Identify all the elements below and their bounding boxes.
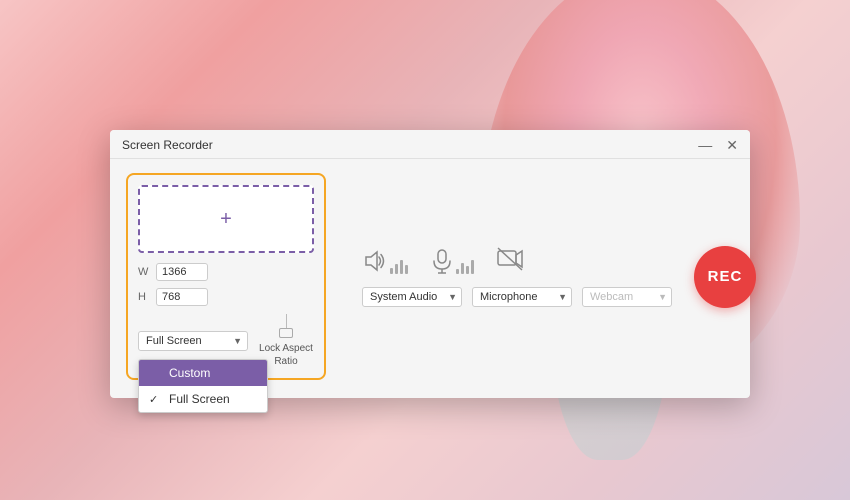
webcam-icon	[496, 246, 524, 272]
rec-label: REC	[708, 268, 743, 285]
screen-mode-dropdown-row: Custom Full Screen ▼ Custom ✓ Full Scree…	[138, 331, 248, 351]
height-input[interactable]	[156, 288, 208, 306]
lock-icon	[279, 314, 293, 338]
bar-1	[390, 268, 393, 274]
minimize-button[interactable]: —	[698, 138, 712, 152]
close-icon: ✕	[726, 138, 738, 152]
system-audio-select[interactable]: System Audio	[362, 287, 462, 307]
bar-3	[400, 260, 403, 274]
dropdown-menu: Custom ✓ Full Screen	[138, 359, 268, 413]
height-label: H	[138, 291, 150, 303]
dimension-fields: W H	[138, 261, 314, 306]
dropdown-item-custom[interactable]: Custom	[139, 360, 267, 386]
webcam-select[interactable]: Webcam	[582, 287, 672, 307]
width-input[interactable]	[156, 263, 208, 281]
check-icon: ✓	[149, 393, 163, 406]
bar-4	[405, 265, 408, 274]
microphone-group	[430, 248, 474, 274]
bar-2	[461, 263, 464, 274]
fullscreen-label: Full Screen	[169, 392, 230, 406]
microphone-select[interactable]: Microphone	[472, 287, 572, 307]
screen-preview-box[interactable]: +	[138, 185, 314, 253]
bar-2	[395, 264, 398, 274]
mic-icon-group	[430, 248, 474, 274]
microphone-select-wrap: Microphone ▼	[472, 287, 572, 307]
system-audio-icon-group	[362, 248, 408, 274]
window-controls: — ✕	[698, 138, 738, 152]
window-title: Screen Recorder	[122, 138, 213, 152]
width-label: W	[138, 266, 150, 278]
lock-body	[279, 328, 293, 338]
lock-line-top	[286, 314, 287, 328]
minimize-icon: —	[698, 138, 712, 152]
dropdown-item-fullscreen[interactable]: ✓ Full Screen	[139, 386, 267, 412]
height-row: H	[138, 288, 314, 306]
custom-label: Custom	[169, 366, 210, 380]
microphone-icon	[430, 248, 454, 274]
system-audio-group	[362, 248, 408, 274]
audio-level-bars	[390, 254, 408, 274]
rec-button[interactable]: REC	[694, 246, 756, 308]
bar-3	[466, 266, 469, 274]
window-body: + W H Custom Full Screen	[110, 159, 750, 398]
add-region-icon: +	[220, 208, 232, 231]
bar-4	[471, 260, 474, 274]
speaker-icon	[362, 248, 388, 274]
screen-recorder-window: Screen Recorder — ✕ + W	[110, 130, 750, 398]
system-audio-select-wrap: System Audio ▼	[362, 287, 462, 307]
media-controls: System Audio ▼ Microphone ▼ Webcam	[362, 246, 672, 307]
webcam-select-wrap: Webcam ▼	[582, 287, 672, 307]
bar-1	[456, 269, 459, 274]
mic-level-bars	[456, 254, 474, 274]
media-selects-row: System Audio ▼ Microphone ▼ Webcam	[362, 287, 672, 307]
webcam-icon-wrap	[496, 246, 524, 275]
close-button[interactable]: ✕	[726, 138, 738, 152]
width-row: W	[138, 263, 314, 281]
screen-mode-select[interactable]: Custom Full Screen	[138, 331, 248, 351]
webcam-group	[496, 246, 524, 275]
screen-capture-section: + W H Custom Full Screen	[126, 173, 326, 380]
titlebar: Screen Recorder — ✕	[110, 130, 750, 159]
media-icons-row	[362, 246, 672, 275]
